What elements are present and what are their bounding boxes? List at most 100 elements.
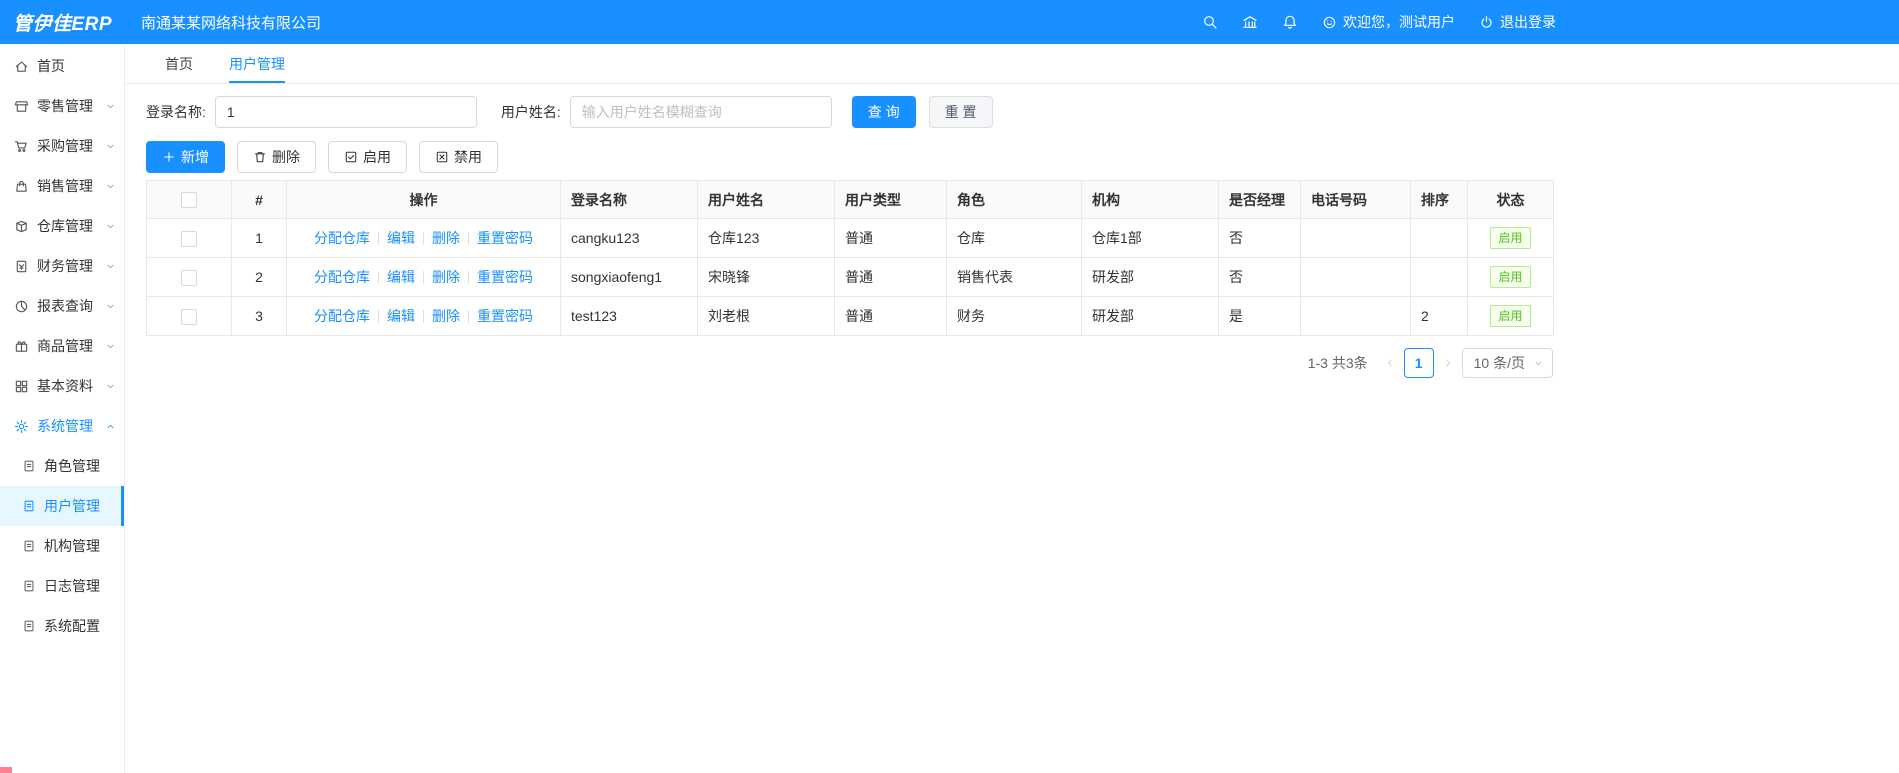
plus-icon — [162, 150, 176, 164]
delete-button[interactable]: 删除 — [237, 141, 316, 173]
bottom-left-accent — [0, 767, 12, 773]
next-page-button[interactable] — [1442, 357, 1454, 369]
divider — [378, 232, 379, 245]
add-button[interactable]: 新增 — [146, 141, 225, 173]
cell-sort — [1410, 218, 1468, 258]
smile-icon — [1322, 15, 1337, 30]
user-menu[interactable]: 欢迎您，测试用户 — [1322, 12, 1455, 32]
logout-button[interactable]: 退出登录 — [1479, 12, 1556, 32]
divider — [468, 310, 469, 323]
sidebar-item-retail[interactable]: 零售管理 — [0, 86, 124, 126]
table-header-row: # 操作 登录名称 用户姓名 用户类型 角色 机构 是否经理 电话号码 排序 状态 — [146, 180, 1554, 219]
page-size-select[interactable]: 10 条/页 — [1461, 348, 1553, 378]
op-delete-link[interactable]: 删除 — [432, 308, 460, 324]
page-size-value: 10 条/页 — [1473, 355, 1525, 371]
bank-icon[interactable] — [1242, 14, 1258, 30]
op-reset-password-link[interactable]: 重置密码 — [477, 269, 533, 285]
sidebar-item-finance[interactable]: 财务管理 — [0, 246, 124, 286]
reset-button[interactable]: 重 置 — [928, 96, 993, 128]
sidebar-item-purchase[interactable]: 采购管理 — [0, 126, 124, 166]
user-name-label: 用户姓名: — [500, 104, 561, 120]
cell-operations: 分配仓库 编辑 删除 重置密码 — [286, 296, 561, 336]
cell-seq: 1 — [231, 218, 287, 258]
chevron-down-icon — [105, 301, 116, 312]
app-logo: 管伊佳ERP — [12, 13, 113, 35]
column-header: 电话号码 — [1300, 180, 1411, 219]
goods-icon — [14, 339, 29, 354]
op-delete-link[interactable]: 删除 — [432, 269, 460, 285]
disable-button-label: 禁用 — [454, 149, 482, 165]
disable-button[interactable]: 禁用 — [419, 141, 498, 173]
op-edit-link[interactable]: 编辑 — [387, 308, 415, 324]
cell-user-type: 普通 — [834, 296, 947, 336]
sidebar-item-system[interactable]: 系统管理 — [0, 406, 124, 446]
cell-org: 研发部 — [1081, 257, 1219, 297]
select-all-checkbox[interactable] — [181, 192, 197, 209]
sidebar-subitem-label: 日志管理 — [44, 578, 100, 594]
enable-button[interactable]: 启用 — [328, 141, 407, 173]
sidebar-subitem-log[interactable]: 日志管理 — [0, 566, 124, 606]
tab-bar: 首页 用户管理 — [125, 44, 1899, 84]
sidebar-item-label: 销售管理 — [37, 178, 93, 194]
sidebar-item-sales[interactable]: 销售管理 — [0, 166, 124, 206]
search-icon[interactable] — [1202, 14, 1218, 30]
cell-status: 启用 — [1467, 218, 1554, 258]
tab-home[interactable]: 首页 — [165, 44, 193, 83]
company-name: 南通某某网络科技有限公司 — [141, 14, 322, 32]
chevron-down-icon — [105, 101, 116, 112]
user-name-input[interactable] — [569, 96, 832, 128]
row-checkbox[interactable] — [181, 230, 197, 247]
column-header: # — [231, 180, 287, 219]
sidebar-subitem-config[interactable]: 系统配置 — [0, 606, 124, 646]
cell-sort: 2 — [1410, 296, 1468, 336]
sidebar-item-label: 基本资料 — [37, 378, 93, 394]
sidebar-item-label: 商品管理 — [37, 338, 93, 354]
op-assign-warehouse-link[interactable]: 分配仓库 — [314, 269, 370, 285]
op-reset-password-link[interactable]: 重置密码 — [477, 230, 533, 246]
prev-page-button[interactable] — [1384, 357, 1396, 369]
trash-icon — [253, 150, 267, 164]
op-reset-password-link[interactable]: 重置密码 — [477, 308, 533, 324]
sidebar-item-home[interactable]: 首页 — [0, 46, 124, 86]
home-icon — [14, 59, 29, 74]
row-checkbox[interactable] — [181, 308, 197, 325]
op-edit-link[interactable]: 编辑 — [387, 269, 415, 285]
sidebar-item-basic[interactable]: 基本资料 — [0, 366, 124, 406]
sidebar-subitem-user[interactable]: 用户管理 — [0, 486, 124, 526]
cell-status: 启用 — [1467, 296, 1554, 336]
tab-user-management[interactable]: 用户管理 — [229, 44, 285, 83]
x-square-icon — [435, 150, 449, 164]
sidebar-subitem-role[interactable]: 角色管理 — [0, 446, 124, 486]
current-page[interactable]: 1 — [1403, 348, 1434, 378]
sidebar-item-label: 财务管理 — [37, 258, 93, 274]
row-checkbox[interactable] — [181, 269, 197, 286]
op-delete-link[interactable]: 删除 — [432, 230, 460, 246]
pagination-total: 1-3 共3条 — [1307, 355, 1368, 371]
status-badge: 启用 — [1490, 227, 1531, 249]
sidebar-subitem-label: 用户管理 — [44, 498, 100, 514]
divider — [468, 232, 469, 245]
sidebar-item-label: 报表查询 — [37, 298, 93, 314]
search-button[interactable]: 查 询 — [851, 96, 916, 128]
add-button-label: 新增 — [181, 149, 209, 165]
op-assign-warehouse-link[interactable]: 分配仓库 — [314, 308, 370, 324]
sidebar-item-report[interactable]: 报表查询 — [0, 286, 124, 326]
sidebar: 首页 零售管理 采购管理销售管理仓库管理财务管理报表查询商品管理基本资料系统管理 角色… — [0, 44, 125, 773]
sidebar-subitem-org[interactable]: 机构管理 — [0, 526, 124, 566]
cell-phone — [1300, 257, 1411, 297]
login-name-input[interactable] — [214, 96, 477, 128]
doc-icon — [22, 539, 36, 553]
cell-phone — [1300, 218, 1411, 258]
sidebar-subitem-label: 系统配置 — [44, 618, 100, 634]
bell-icon[interactable] — [1282, 14, 1298, 30]
status-badge: 启用 — [1490, 266, 1531, 288]
sidebar-item-warehouse[interactable]: 仓库管理 — [0, 206, 124, 246]
sidebar-item-goods[interactable]: 商品管理 — [0, 326, 124, 366]
report-icon — [14, 299, 29, 314]
doc-icon — [22, 579, 36, 593]
cell-role: 仓库 — [946, 218, 1082, 258]
cell-user-name: 宋晓锋 — [697, 257, 835, 297]
op-assign-warehouse-link[interactable]: 分配仓库 — [314, 230, 370, 246]
op-edit-link[interactable]: 编辑 — [387, 230, 415, 246]
cell-org: 研发部 — [1081, 296, 1219, 336]
